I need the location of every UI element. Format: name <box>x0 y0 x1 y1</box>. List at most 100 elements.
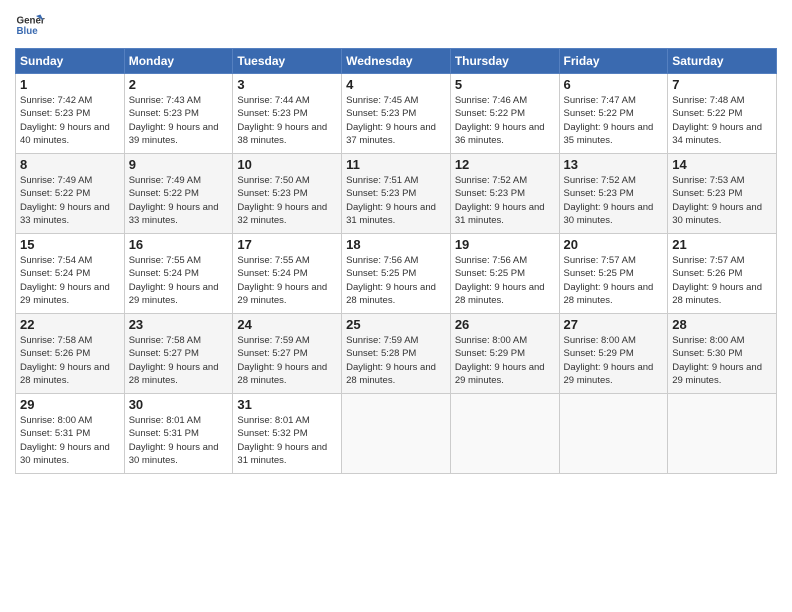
weekday-header-row: SundayMondayTuesdayWednesdayThursdayFrid… <box>16 49 777 74</box>
day-info: Sunrise: 7:59 AM Sunset: 5:27 PM Dayligh… <box>237 334 337 387</box>
day-number: 14 <box>672 157 772 172</box>
calendar-cell: 20Sunrise: 7:57 AM Sunset: 5:25 PM Dayli… <box>559 234 668 314</box>
day-number: 30 <box>129 397 229 412</box>
calendar-cell: 30 Sunrise: 8:01 AM Sunset: 5:31 PM Dayli… <box>124 394 233 474</box>
calendar-week-row: 8 Sunrise: 7:49 AM Sunset: 5:22 PM Daylig… <box>16 154 777 234</box>
day-info: Sunrise: 7:57 AM Sunset: 5:26 PM Dayligh… <box>672 254 772 307</box>
day-info: Sunrise: 7:47 AM Sunset: 5:22 PM Dayligh… <box>564 94 664 147</box>
day-number: 6 <box>564 77 664 92</box>
calendar-cell <box>559 394 668 474</box>
day-number: 23 <box>129 317 229 332</box>
calendar-cell: 9 Sunrise: 7:49 AM Sunset: 5:22 PM Daylig… <box>124 154 233 234</box>
calendar-cell: 29Sunrise: 8:00 AM Sunset: 5:31 PM Dayli… <box>16 394 125 474</box>
calendar-week-row: 1 Sunrise: 7:42 AM Sunset: 5:23 PM Daylig… <box>16 74 777 154</box>
calendar-cell: 27Sunrise: 8:00 AM Sunset: 5:29 PM Dayli… <box>559 314 668 394</box>
calendar-week-row: 15 Sunrise: 7:54 AM Sunset: 5:24 PM Dayli… <box>16 234 777 314</box>
calendar-cell: 31 Sunrise: 8:01 AM Sunset: 5:32 PM Dayli… <box>233 394 342 474</box>
day-number: 20 <box>564 237 664 252</box>
calendar-cell: 6 Sunrise: 7:47 AM Sunset: 5:22 PM Daylig… <box>559 74 668 154</box>
svg-text:Blue: Blue <box>17 26 39 37</box>
calendar-cell: 8 Sunrise: 7:49 AM Sunset: 5:22 PM Daylig… <box>16 154 125 234</box>
calendar-cell: 4 Sunrise: 7:45 AM Sunset: 5:23 PM Daylig… <box>342 74 451 154</box>
day-info: Sunrise: 7:43 AM Sunset: 5:23 PM Dayligh… <box>129 94 229 147</box>
day-info: Sunrise: 8:00 AM Sunset: 5:30 PM Dayligh… <box>672 334 772 387</box>
weekday-header-thursday: Thursday <box>450 49 559 74</box>
day-info: Sunrise: 7:59 AM Sunset: 5:28 PM Dayligh… <box>346 334 446 387</box>
day-number: 9 <box>129 157 229 172</box>
day-info: Sunrise: 8:00 AM Sunset: 5:31 PM Dayligh… <box>20 414 120 467</box>
day-number: 15 <box>20 237 120 252</box>
calendar-cell: 19 Sunrise: 7:56 AM Sunset: 5:25 PM Dayli… <box>450 234 559 314</box>
calendar-cell: 25 Sunrise: 7:59 AM Sunset: 5:28 PM Dayli… <box>342 314 451 394</box>
day-number: 3 <box>237 77 337 92</box>
calendar-table: SundayMondayTuesdayWednesdayThursdayFrid… <box>15 48 777 474</box>
day-number: 25 <box>346 317 446 332</box>
weekday-header-friday: Friday <box>559 49 668 74</box>
calendar-week-row: 29Sunrise: 8:00 AM Sunset: 5:31 PM Dayli… <box>16 394 777 474</box>
calendar-cell: 3 Sunrise: 7:44 AM Sunset: 5:23 PM Daylig… <box>233 74 342 154</box>
calendar-cell: 23 Sunrise: 7:58 AM Sunset: 5:27 PM Dayli… <box>124 314 233 394</box>
day-number: 31 <box>237 397 337 412</box>
day-info: Sunrise: 7:42 AM Sunset: 5:23 PM Dayligh… <box>20 94 120 147</box>
logo-icon: General Blue <box>15 10 45 40</box>
day-info: Sunrise: 7:52 AM Sunset: 5:23 PM Dayligh… <box>455 174 555 227</box>
day-info: Sunrise: 7:48 AM Sunset: 5:22 PM Dayligh… <box>672 94 772 147</box>
day-info: Sunrise: 7:46 AM Sunset: 5:22 PM Dayligh… <box>455 94 555 147</box>
calendar-cell: 15 Sunrise: 7:54 AM Sunset: 5:24 PM Dayli… <box>16 234 125 314</box>
day-number: 2 <box>129 77 229 92</box>
calendar-cell <box>450 394 559 474</box>
day-number: 21 <box>672 237 772 252</box>
calendar-cell: 17Sunrise: 7:55 AM Sunset: 5:24 PM Dayli… <box>233 234 342 314</box>
day-number: 4 <box>346 77 446 92</box>
day-number: 16 <box>129 237 229 252</box>
day-number: 28 <box>672 317 772 332</box>
day-info: Sunrise: 7:55 AM Sunset: 5:24 PM Dayligh… <box>237 254 337 307</box>
day-number: 1 <box>20 77 120 92</box>
day-number: 7 <box>672 77 772 92</box>
day-info: Sunrise: 7:45 AM Sunset: 5:23 PM Dayligh… <box>346 94 446 147</box>
day-info: Sunrise: 7:56 AM Sunset: 5:25 PM Dayligh… <box>455 254 555 307</box>
day-info: Sunrise: 8:00 AM Sunset: 5:29 PM Dayligh… <box>455 334 555 387</box>
page-header: General Blue <box>15 10 777 40</box>
calendar-cell <box>668 394 777 474</box>
calendar-cell: 11 Sunrise: 7:51 AM Sunset: 5:23 PM Dayli… <box>342 154 451 234</box>
day-number: 24 <box>237 317 337 332</box>
day-info: Sunrise: 7:54 AM Sunset: 5:24 PM Dayligh… <box>20 254 120 307</box>
weekday-header-tuesday: Tuesday <box>233 49 342 74</box>
day-info: Sunrise: 8:01 AM Sunset: 5:32 PM Dayligh… <box>237 414 337 467</box>
calendar-week-row: 22 Sunrise: 7:58 AM Sunset: 5:26 PM Dayli… <box>16 314 777 394</box>
calendar-cell: 10Sunrise: 7:50 AM Sunset: 5:23 PM Dayli… <box>233 154 342 234</box>
calendar-cell: 26 Sunrise: 8:00 AM Sunset: 5:29 PM Dayli… <box>450 314 559 394</box>
calendar-cell: 5Sunrise: 7:46 AM Sunset: 5:22 PM Daylig… <box>450 74 559 154</box>
day-number: 8 <box>20 157 120 172</box>
day-number: 26 <box>455 317 555 332</box>
calendar-cell <box>342 394 451 474</box>
weekday-header-saturday: Saturday <box>668 49 777 74</box>
day-info: Sunrise: 7:53 AM Sunset: 5:23 PM Dayligh… <box>672 174 772 227</box>
day-info: Sunrise: 7:58 AM Sunset: 5:26 PM Dayligh… <box>20 334 120 387</box>
weekday-header-monday: Monday <box>124 49 233 74</box>
day-number: 12 <box>455 157 555 172</box>
day-info: Sunrise: 8:01 AM Sunset: 5:31 PM Dayligh… <box>129 414 229 467</box>
day-info: Sunrise: 7:44 AM Sunset: 5:23 PM Dayligh… <box>237 94 337 147</box>
day-info: Sunrise: 7:51 AM Sunset: 5:23 PM Dayligh… <box>346 174 446 227</box>
day-info: Sunrise: 7:56 AM Sunset: 5:25 PM Dayligh… <box>346 254 446 307</box>
day-info: Sunrise: 7:55 AM Sunset: 5:24 PM Dayligh… <box>129 254 229 307</box>
day-number: 13 <box>564 157 664 172</box>
calendar-cell: 12 Sunrise: 7:52 AM Sunset: 5:23 PM Dayli… <box>450 154 559 234</box>
day-number: 22 <box>20 317 120 332</box>
day-info: Sunrise: 7:49 AM Sunset: 5:22 PM Dayligh… <box>20 174 120 227</box>
day-info: Sunrise: 7:50 AM Sunset: 5:23 PM Dayligh… <box>237 174 337 227</box>
day-info: Sunrise: 7:49 AM Sunset: 5:22 PM Dayligh… <box>129 174 229 227</box>
day-info: Sunrise: 7:58 AM Sunset: 5:27 PM Dayligh… <box>129 334 229 387</box>
calendar-cell: 24 Sunrise: 7:59 AM Sunset: 5:27 PM Dayli… <box>233 314 342 394</box>
calendar-cell: 18 Sunrise: 7:56 AM Sunset: 5:25 PM Dayli… <box>342 234 451 314</box>
day-number: 11 <box>346 157 446 172</box>
day-info: Sunrise: 7:52 AM Sunset: 5:23 PM Dayligh… <box>564 174 664 227</box>
day-number: 19 <box>455 237 555 252</box>
calendar-cell: 28 Sunrise: 8:00 AM Sunset: 5:30 PM Dayli… <box>668 314 777 394</box>
calendar-cell: 14 Sunrise: 7:53 AM Sunset: 5:23 PM Dayli… <box>668 154 777 234</box>
day-number: 27 <box>564 317 664 332</box>
day-number: 18 <box>346 237 446 252</box>
calendar-cell: 2 Sunrise: 7:43 AM Sunset: 5:23 PM Daylig… <box>124 74 233 154</box>
